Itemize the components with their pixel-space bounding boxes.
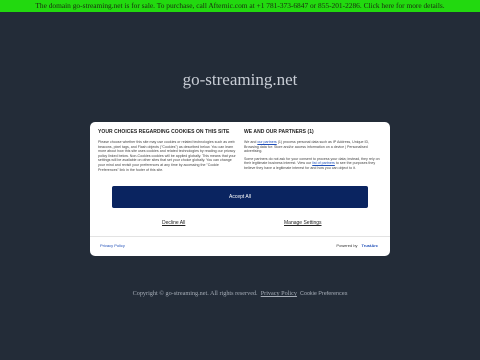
cookie-choices-section: YOUR CHOICES REGARDING COOKIES ON THIS S… [98, 129, 238, 175]
cookie-choices-paragraph: Please choose whether this site may use … [98, 140, 236, 172]
footer-privacy-policy-link[interactable]: Privacy Policy [261, 290, 297, 297]
domain-sale-banner[interactable]: The domain go-streaming.net is for sale.… [0, 0, 480, 12]
partners-text: We and our partners (1) process personal… [244, 140, 384, 171]
decline-all-link[interactable]: Decline All [162, 220, 185, 226]
partners-section: WE AND OUR PARTNERS (1) We and our partn… [244, 129, 384, 174]
partners-paragraph-2: Some partners do not ask for your consen… [244, 157, 384, 171]
dialog-privacy-policy-link[interactable]: Privacy Policy [100, 243, 125, 248]
list-of-partners-link[interactable]: list of partners [312, 161, 335, 165]
accept-all-button[interactable]: Accept All [112, 186, 368, 208]
our-partners-link[interactable]: our partners [257, 140, 276, 144]
powered-by-trustarc: Powered by TrustArc [336, 243, 378, 248]
manage-settings-link[interactable]: Manage Settings [284, 220, 322, 226]
partners-paragraph-1: We and our partners (1) process personal… [244, 140, 384, 154]
cookie-consent-dialog: YOUR CHOICES REGARDING COOKIES ON THIS S… [90, 122, 390, 256]
cookie-choices-heading: YOUR CHOICES REGARDING COOKIES ON THIS S… [98, 129, 230, 135]
trustarc-logo: TrustArc [361, 243, 378, 248]
partners-heading: WE AND OUR PARTNERS (1) [244, 129, 314, 135]
site-title: go-streaming.net [182, 70, 298, 89]
powered-by-label: Powered by [336, 243, 358, 248]
dialog-divider [90, 236, 390, 237]
page-footer: Copyright © go-streaming.net. All rights… [0, 290, 480, 297]
footer-copyright: Copyright © go-streaming.net. All rights… [132, 290, 258, 297]
footer-cookie-preferences-link[interactable]: Cookie Preferences [300, 291, 347, 297]
partners-p1-pre: We and [244, 140, 258, 144]
cookie-choices-text: Please choose whether this site may use … [98, 140, 238, 172]
